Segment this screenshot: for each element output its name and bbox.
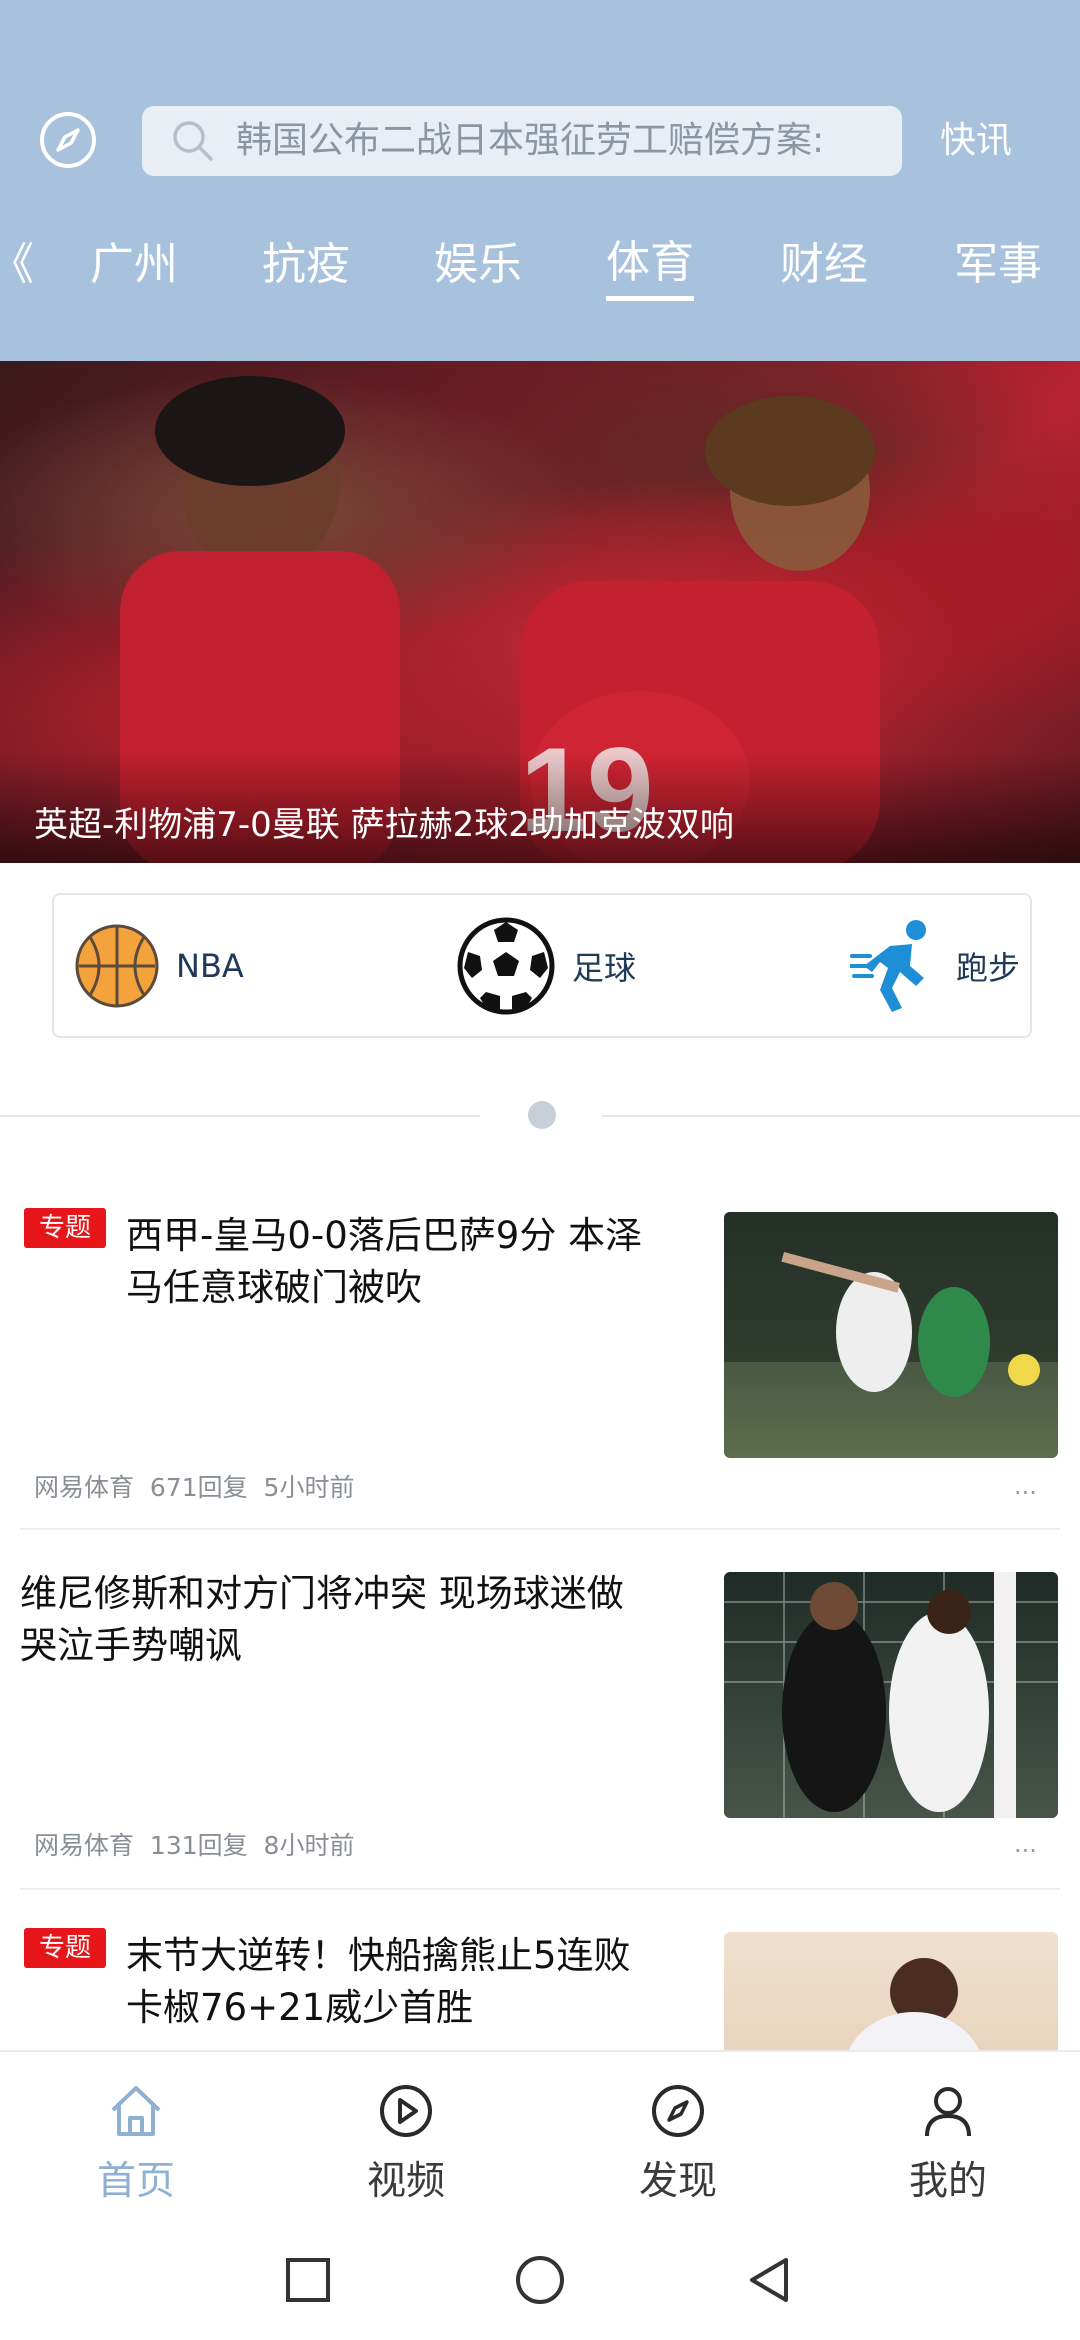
tab-military[interactable]: 军事 (954, 230, 1042, 300)
news-thumbnail (724, 1212, 1058, 1458)
page-indicator-dot (528, 1101, 556, 1129)
news-title-line2: 哭泣手势嘲讽 (20, 1624, 242, 1667)
topic-badge: 专题 (24, 1928, 106, 1968)
news-title-line1: 西甲-皇马0-0落后巴萨9分 本泽 (126, 1214, 643, 1257)
nav-me[interactable]: 我的 (878, 2082, 1018, 2206)
sport-label: 足球 (572, 948, 637, 987)
news-thumbnail (724, 1932, 1058, 2050)
nav-label: 发现 (638, 2159, 717, 2204)
nav-label: 我的 (908, 2159, 987, 2204)
divider-right (602, 1115, 1080, 1117)
more-options-icon[interactable]: ... (1014, 1830, 1037, 1858)
search-input[interactable]: 韩国公布二战日本强征劳工赔偿方案: (142, 106, 902, 176)
sport-label: NBA (176, 946, 244, 985)
sport-category-bar: NBA 足球 跑步 (52, 893, 1032, 1038)
news-source: 网易体育 (34, 1473, 135, 1502)
tab-guangzhou[interactable]: 广州 (90, 230, 178, 300)
news-meta: 网易体育 671回复 5小时前 (34, 1468, 354, 1504)
hero-banner[interactable]: 19 英超-利物浦7-0曼联 萨拉赫2球2助加克波双响 (0, 361, 1080, 863)
divider-left (0, 1115, 480, 1117)
tab-finance[interactable]: 财经 (780, 230, 868, 300)
sport-nba[interactable]: NBA (74, 895, 244, 1036)
user-icon (925, 2087, 971, 2137)
nav-discover[interactable]: 发现 (608, 2082, 748, 2206)
nav-label: 视频 (366, 2159, 445, 2204)
news-time: 5小时前 (263, 1473, 355, 1502)
sport-soccer[interactable]: 足球 (456, 895, 636, 1036)
soccer-ball-icon (457, 917, 555, 1014)
tab-entertainment[interactable]: 娱乐 (434, 230, 522, 300)
news-replies: 671回复 (149, 1473, 248, 1502)
news-title-line1: 维尼修斯和对方门将冲突 现场球迷做 (20, 1572, 624, 1615)
channel-tabs: 《 广州 抗疫 娱乐 体育 财经 军事 (0, 230, 1080, 301)
home-circle-icon[interactable] (514, 2254, 566, 2306)
nav-home[interactable]: 首页 (66, 2082, 206, 2206)
top-header: 韩国公布二战日本强征劳工赔偿方案: 快讯 《 广州 抗疫 娱乐 体育 财经 军事 (0, 0, 1080, 361)
compass-icon (652, 2085, 704, 2137)
tab-antiepidemic[interactable]: 抗疫 (262, 230, 350, 300)
search-placeholder: 韩国公布二战日本强征劳工赔偿方案: (236, 120, 825, 161)
news-thumbnail (724, 1572, 1058, 1818)
nav-label: 首页 (96, 2159, 175, 2204)
play-icon (380, 2085, 432, 2137)
news-item[interactable]: 专题 末节大逆转！快船擒熊止5连败 卡椒76+21威少首胜 (0, 1890, 1080, 2050)
news-title-line2: 卡椒76+21威少首胜 (126, 1986, 474, 2029)
compass-icon[interactable] (38, 110, 98, 170)
home-icon (111, 2086, 161, 2136)
recent-apps-icon[interactable] (284, 2256, 332, 2304)
news-meta: 网易体育 131回复 8小时前 (34, 1826, 354, 1862)
runner-icon (850, 919, 926, 1012)
basketball-icon (75, 924, 159, 1007)
search-icon (173, 121, 213, 161)
more-options-icon[interactable]: ... (1014, 1472, 1037, 1500)
topic-badge: 专题 (24, 1208, 106, 1248)
flash-news-button[interactable]: 快讯 (940, 106, 1012, 176)
tab-sports[interactable]: 体育 (606, 230, 694, 301)
back-icon[interactable] (744, 2254, 796, 2306)
system-navigation-bar (0, 2218, 1080, 2340)
news-time: 8小时前 (263, 1831, 355, 1860)
tab-partial[interactable]: 《 (0, 230, 34, 300)
sport-running[interactable]: 跑步 (850, 895, 1020, 1036)
news-title-line1: 末节大逆转！快船擒熊止5连败 (126, 1934, 631, 1977)
news-replies: 131回复 (149, 1831, 248, 1860)
news-item[interactable]: 专题 西甲-皇马0-0落后巴萨9分 本泽 马任意球破门被吹 网易体育 671回复… (0, 1190, 1080, 1528)
bottom-navigation: 首页 视频 发现 我的 (0, 2050, 1080, 2218)
nav-video[interactable]: 视频 (336, 2082, 476, 2206)
sport-label: 跑步 (956, 948, 1021, 987)
news-source: 网易体育 (34, 1831, 135, 1860)
news-title-line2: 马任意球破门被吹 (126, 1266, 422, 1309)
hero-caption: 英超-利物浦7-0曼联 萨拉赫2球2助加克波双响 (34, 805, 734, 845)
news-item[interactable]: 维尼修斯和对方门将冲突 现场球迷做 哭泣手势嘲讽 网易体育 131回复 8小时前… (0, 1530, 1080, 1888)
